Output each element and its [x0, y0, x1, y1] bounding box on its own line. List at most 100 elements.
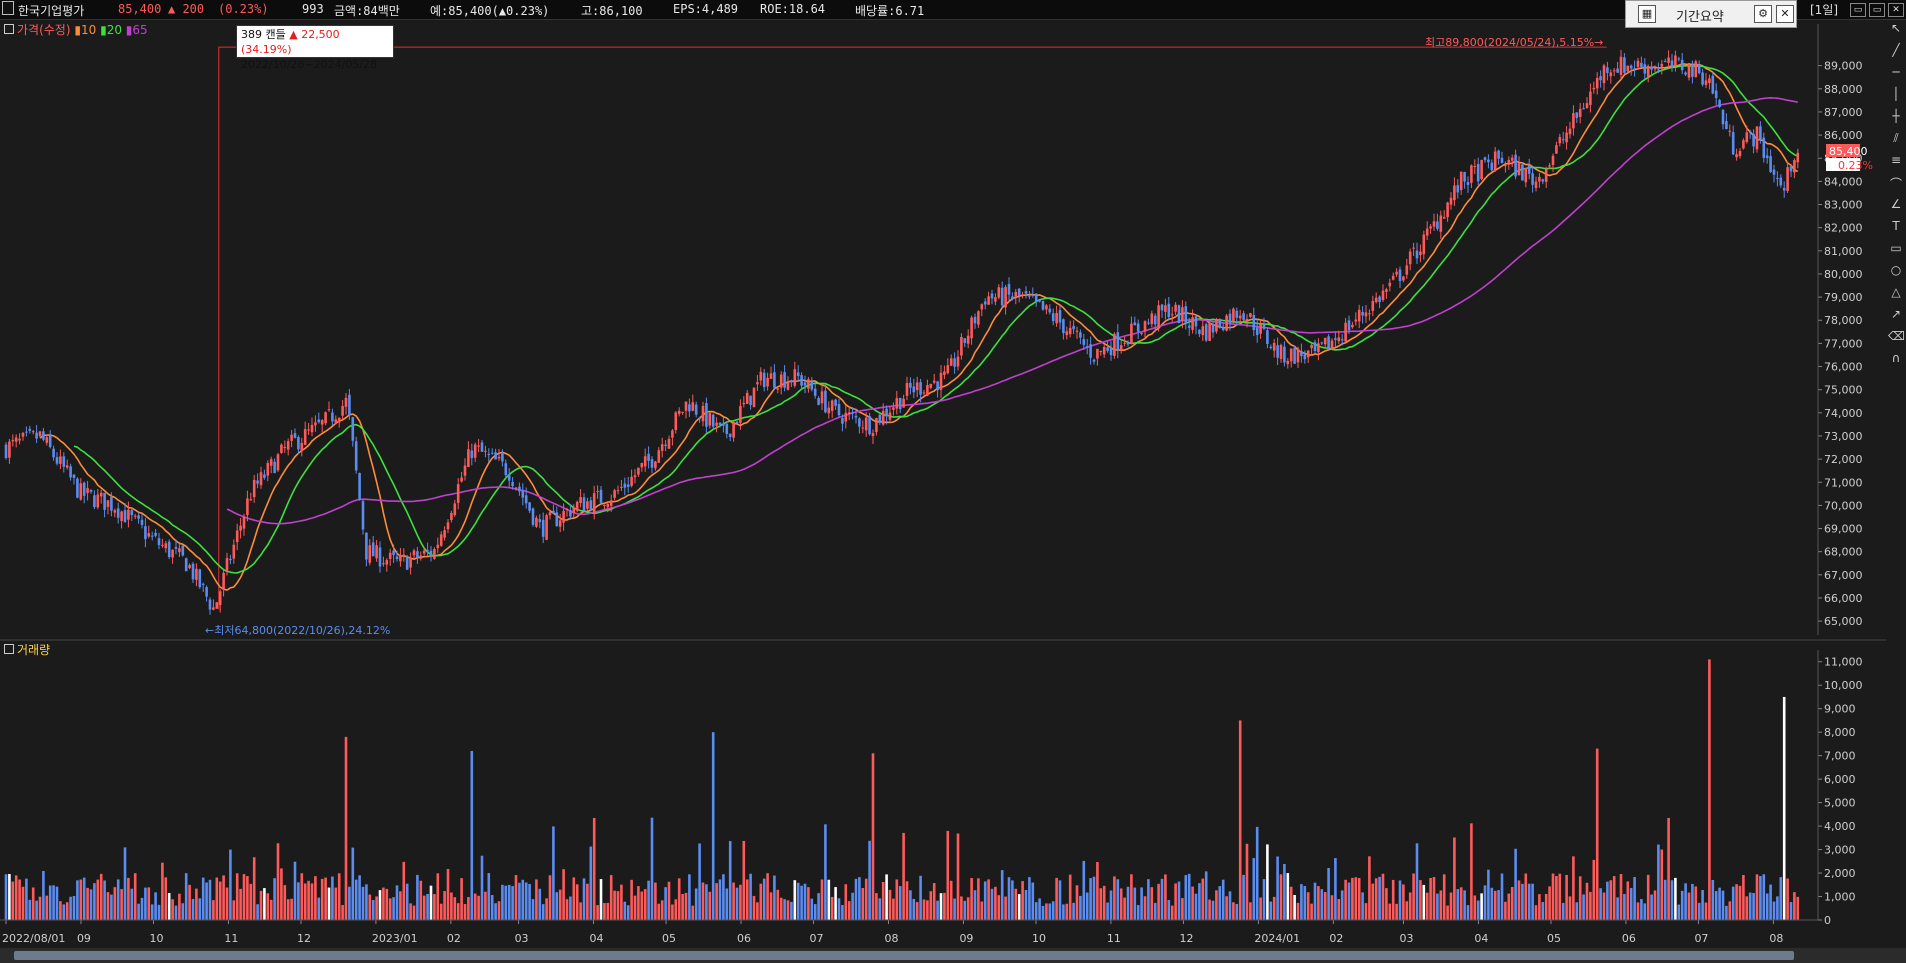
volume-bar	[739, 884, 742, 920]
volume-bar	[514, 875, 518, 920]
volume-bar	[1595, 748, 1599, 920]
volume-bar	[358, 875, 361, 920]
volume-bar	[1684, 883, 1687, 920]
candle-body	[837, 404, 841, 416]
volume-bar	[1266, 844, 1269, 920]
fibonacci-icon[interactable]: ≡	[1888, 153, 1904, 171]
volume-bar	[830, 896, 834, 920]
magnet-icon[interactable]: ∩	[1888, 351, 1904, 369]
volume-bar	[256, 904, 259, 920]
candle-body	[671, 430, 674, 438]
candle-body	[966, 335, 970, 344]
volume-bar	[813, 904, 817, 920]
volume-tick-label: 10,000	[1824, 679, 1863, 692]
volume-bar	[1313, 882, 1317, 920]
trendline-icon[interactable]: ╱	[1888, 43, 1904, 61]
arc-icon[interactable]: ⌒	[1888, 175, 1904, 193]
candle-body	[399, 554, 402, 562]
candle-body	[769, 373, 773, 379]
volume-bar	[1714, 891, 1718, 920]
price-tick-label: 86,000	[1824, 129, 1863, 142]
candle-body	[1548, 165, 1551, 167]
volume-bar	[1034, 902, 1038, 920]
candle-body	[1510, 157, 1514, 161]
arrow-icon[interactable]: ↗	[1888, 307, 1904, 325]
price-tick-label: 67,000	[1824, 569, 1863, 582]
volume-bar	[1772, 901, 1776, 920]
volume-bar	[728, 841, 732, 920]
candle-body	[1048, 308, 1052, 313]
vertical-line-icon[interactable]: │	[1888, 87, 1904, 105]
volume-bar	[31, 887, 35, 920]
candle-body	[130, 510, 134, 516]
candle-body	[82, 482, 86, 496]
candle-body	[728, 433, 732, 437]
volume-bar	[854, 878, 858, 920]
candle-body	[351, 417, 355, 441]
volume-bars[interactable]	[4, 659, 1800, 920]
volume-bar	[21, 886, 25, 920]
scrollbar-thumb[interactable]	[14, 951, 1794, 960]
candle-body	[1704, 80, 1708, 85]
candle-body	[1602, 65, 1606, 84]
volume-bar	[1242, 874, 1245, 920]
candlesticks[interactable]	[4, 49, 1800, 615]
candle-body	[232, 544, 236, 559]
candle-body	[463, 465, 467, 476]
candle-body	[1470, 165, 1473, 183]
volume-bar	[800, 885, 803, 920]
candle-body	[1459, 171, 1463, 191]
candle-body	[575, 501, 579, 511]
volume-bar	[1473, 895, 1477, 920]
candle-body	[776, 388, 780, 390]
volume-bar	[1225, 896, 1228, 920]
channel-icon[interactable]: ⫽	[1888, 131, 1904, 149]
cross-line-icon[interactable]: ┼	[1888, 109, 1904, 127]
volume-bar	[1657, 844, 1660, 920]
close-window-button[interactable]: ✕	[1888, 3, 1904, 17]
volume-bar	[1062, 904, 1065, 920]
candle-body	[633, 475, 637, 478]
triangle-icon[interactable]: △	[1888, 285, 1904, 303]
volume-bar	[827, 879, 831, 920]
candle-body	[868, 416, 871, 435]
volume-bar	[412, 905, 416, 920]
candle-body	[208, 599, 212, 610]
candle-body	[1578, 108, 1582, 117]
candle-body	[572, 507, 576, 514]
horizontal-line-icon[interactable]: ─	[1888, 65, 1904, 83]
rectangle-icon[interactable]: ▭	[1888, 241, 1904, 259]
candle-body	[409, 557, 412, 568]
candle-body	[1201, 326, 1205, 336]
volume-bar	[4, 874, 8, 920]
volume-bar	[252, 857, 256, 920]
eraser-icon[interactable]: ⌫	[1888, 329, 1905, 347]
volume-bar	[1524, 873, 1528, 920]
volume-bar	[1330, 895, 1334, 920]
volume-bar	[956, 833, 960, 920]
stock-chart[interactable]: 65,000 66,000 67,000 68,000 69,000 70,000 71,0…	[0, 0, 1886, 948]
circle-icon[interactable]: ○	[1888, 263, 1904, 281]
volume-bar	[579, 902, 582, 920]
volume-bar	[1079, 895, 1082, 920]
candle-body	[1765, 155, 1769, 159]
candle-body	[1402, 276, 1405, 281]
candle-body	[548, 512, 552, 516]
volume-bar	[1667, 817, 1670, 920]
volume-bar	[388, 898, 392, 920]
candle-body	[909, 382, 912, 388]
volume-bar	[524, 882, 528, 920]
candle-body	[327, 409, 331, 411]
candle-body	[286, 441, 290, 450]
volume-bar	[1446, 905, 1449, 920]
volume-bar	[337, 873, 341, 920]
volume-bar	[970, 878, 973, 920]
cursor-icon[interactable]: ↖	[1888, 21, 1904, 39]
fan-icon[interactable]: ∠	[1888, 197, 1904, 215]
volume-bar	[1514, 848, 1517, 920]
candle-body	[419, 555, 423, 559]
volume-bar	[1252, 858, 1256, 920]
candle-body	[1289, 348, 1293, 362]
text-icon[interactable]: T	[1888, 219, 1904, 237]
volume-bar	[28, 899, 32, 920]
